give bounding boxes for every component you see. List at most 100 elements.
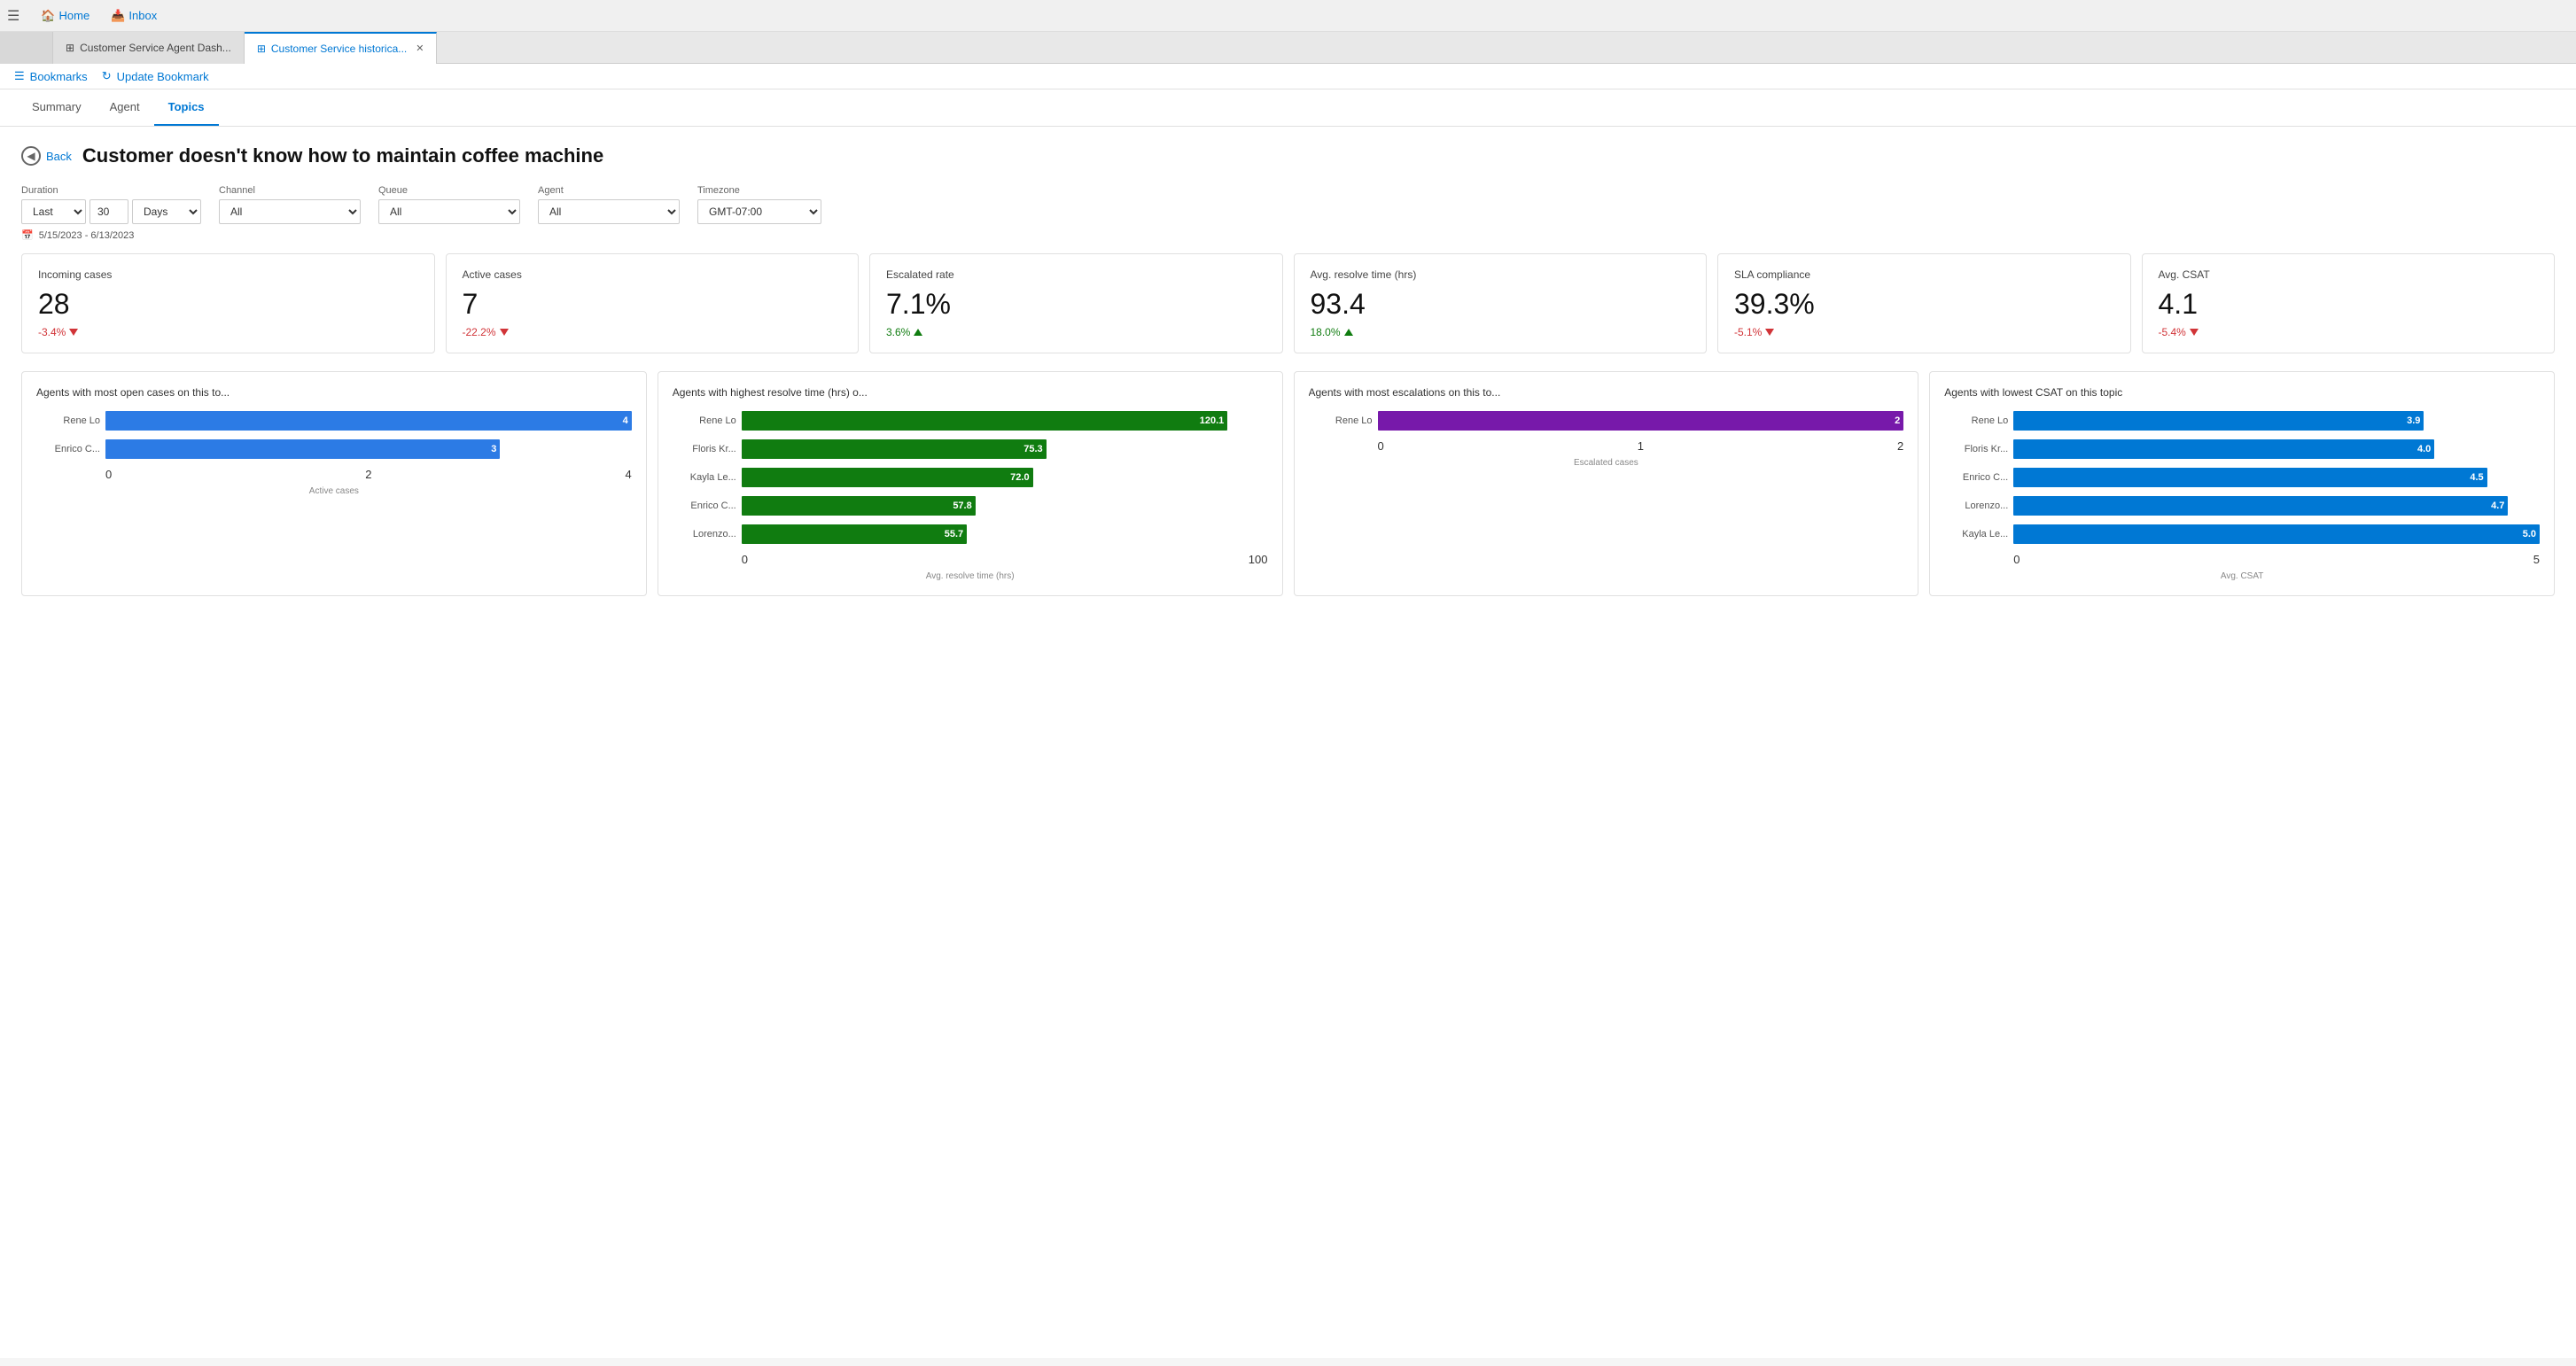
subnav-agent[interactable]: Agent (96, 89, 154, 126)
up-arrow-icon (1344, 329, 1353, 336)
bar-row: Rene Lo 4 (36, 411, 632, 431)
tab-historical[interactable]: ⊞ Customer Service historica... ✕ (245, 32, 438, 64)
sub-nav: Summary Agent Topics (0, 89, 2576, 127)
tab1-icon: ⊞ (66, 42, 74, 54)
bar-row: Rene Lo 120.1 (673, 411, 1268, 431)
page-header: ◀ Back Customer doesn't know how to main… (21, 144, 2555, 167)
home-label: Home (59, 9, 90, 22)
bar-fill: 75.3 (742, 439, 1047, 459)
bar-fill: 57.8 (742, 496, 976, 516)
bar-row: Kayla Le... 72.0 (673, 468, 1268, 487)
timezone-filter: Timezone GMT-07:00 (697, 185, 821, 224)
kpi-value: 7.1% (886, 288, 1266, 321)
hamburger-icon[interactable]: ☰ (7, 7, 19, 25)
duration-input[interactable] (89, 199, 128, 224)
queue-select[interactable]: All (378, 199, 520, 224)
kpi-card-4: SLA compliance 39.3% -5.1% (1717, 253, 2131, 353)
back-button[interactable]: ◀ Back (21, 146, 72, 166)
bar-label: Rene Lo (36, 415, 100, 426)
x-tick: 0 (105, 468, 112, 481)
bar-chart: Rene Lo 4 Enrico C... 3 (36, 411, 632, 459)
inbox-label: Inbox (128, 9, 157, 22)
bar-fill: 4.5 (2013, 468, 2487, 487)
tab1-label: Customer Service Agent Dash... (80, 42, 231, 54)
home-icon: 🏠 (41, 9, 55, 23)
kpi-row: Incoming cases 28 -3.4% Active cases 7 -… (21, 253, 2555, 353)
bar-label: Enrico C... (673, 501, 736, 511)
bar-track: 120.1 (742, 411, 1268, 431)
bar-track: 4.0 (2013, 439, 2540, 459)
bookmarks-button[interactable]: ☰ Bookmarks (14, 69, 88, 83)
tab-close-icon[interactable]: ✕ (416, 43, 424, 54)
bar-label: Enrico C... (36, 444, 100, 454)
page-content: ◀ Back Customer doesn't know how to main… (0, 127, 2576, 614)
tab-agent-dash[interactable]: ⊞ Customer Service Agent Dash... (53, 32, 245, 64)
bar-row: Enrico C... 3 (36, 439, 632, 459)
x-tick: 100 (1249, 553, 1268, 566)
x-axis-label: Escalated cases (1309, 458, 1904, 468)
timezone-select[interactable]: GMT-07:00 (697, 199, 821, 224)
bar-row: Rene Lo 3.9 (1944, 411, 2540, 431)
subnav-summary[interactable]: Summary (18, 89, 96, 126)
channel-select[interactable]: All (219, 199, 361, 224)
kpi-change: -22.2% (463, 326, 843, 338)
bar-row: Enrico C... 57.8 (673, 496, 1268, 516)
bar-track: 75.3 (742, 439, 1268, 459)
bar-label: Kayla Le... (673, 472, 736, 483)
back-icon: ◀ (21, 146, 41, 166)
bar-fill: 120.1 (742, 411, 1228, 431)
bar-track: 3.9 (2013, 411, 2540, 431)
bar-track: 4.5 (2013, 468, 2540, 487)
kpi-label: Active cases (463, 268, 843, 281)
chart-title: Agents with highest resolve time (hrs) o… (673, 386, 1268, 399)
date-range-value: 5/15/2023 - 6/13/2023 (39, 230, 135, 241)
bar-row: Lorenzo... 55.7 (673, 524, 1268, 544)
subnav-topics[interactable]: Topics (154, 89, 219, 126)
timezone-label: Timezone (697, 185, 821, 196)
duration-filter: Duration Last Days (21, 185, 201, 224)
duration-select-unit[interactable]: Days (132, 199, 201, 224)
bar-chart: Rene Lo 3.9 Floris Kr... 4.0 Enrico C...… (1944, 411, 2540, 544)
x-axis-ticks: 024 (36, 468, 632, 481)
queue-filter: Queue All (378, 185, 520, 224)
bar-label: Kayla Le... (1944, 529, 2008, 539)
x-tick: 0 (2013, 553, 2020, 566)
bar-row: Lorenzo... 4.7 (1944, 496, 2540, 516)
kpi-change: 18.0% (1311, 326, 1691, 338)
agent-select[interactable]: All (538, 199, 680, 224)
bar-fill: 3.9 (2013, 411, 2424, 431)
bar-track: 4 (105, 411, 632, 431)
bar-label: Lorenzo... (1944, 501, 2008, 511)
x-axis-label: Active cases (36, 486, 632, 496)
bar-track: 5.0 (2013, 524, 2540, 544)
inbox-nav[interactable]: 📥 Inbox (100, 0, 167, 32)
x-axis-ticks: 05 (1944, 553, 2540, 566)
kpi-value: 4.1 (2159, 288, 2539, 321)
main-content: Summary Agent Topics ◀ Back Customer doe… (0, 89, 2576, 1358)
bar-track: 2 (1378, 411, 1904, 431)
queue-label: Queue (378, 185, 520, 196)
x-tick: 1 (1638, 439, 1644, 453)
bar-row: Enrico C... 4.5 (1944, 468, 2540, 487)
refresh-icon: ↻ (102, 69, 112, 83)
bar-chart: Rene Lo 120.1 Floris Kr... 75.3 Kayla Le… (673, 411, 1268, 544)
update-bookmark-button[interactable]: ↻ Update Bookmark (102, 69, 209, 83)
bar-label: Floris Kr... (1944, 444, 2008, 454)
back-label: Back (46, 150, 72, 163)
bookmarks-bar: ☰ Bookmarks ↻ Update Bookmark (0, 64, 2576, 89)
home-nav[interactable]: 🏠 Home (30, 0, 100, 32)
page-title: Customer doesn't know how to maintain co… (82, 144, 603, 167)
chart-card-escalations: Agents with most escalations on this to.… (1294, 371, 1919, 596)
calendar-icon: 📅 (21, 229, 34, 241)
bar-track: 57.8 (742, 496, 1268, 516)
kpi-card-1: Active cases 7 -22.2% (446, 253, 860, 353)
channel-label: Channel (219, 185, 361, 196)
kpi-label: Avg. resolve time (hrs) (1311, 268, 1691, 281)
bar-row: Kayla Le... 5.0 (1944, 524, 2540, 544)
kpi-card-5: Avg. CSAT 4.1 -5.4% (2142, 253, 2556, 353)
bar-fill: 2 (1378, 411, 1904, 431)
kpi-label: Avg. CSAT (2159, 268, 2539, 281)
down-arrow-icon (1765, 329, 1774, 336)
duration-select-last[interactable]: Last (21, 199, 86, 224)
bar-row: Floris Kr... 75.3 (673, 439, 1268, 459)
